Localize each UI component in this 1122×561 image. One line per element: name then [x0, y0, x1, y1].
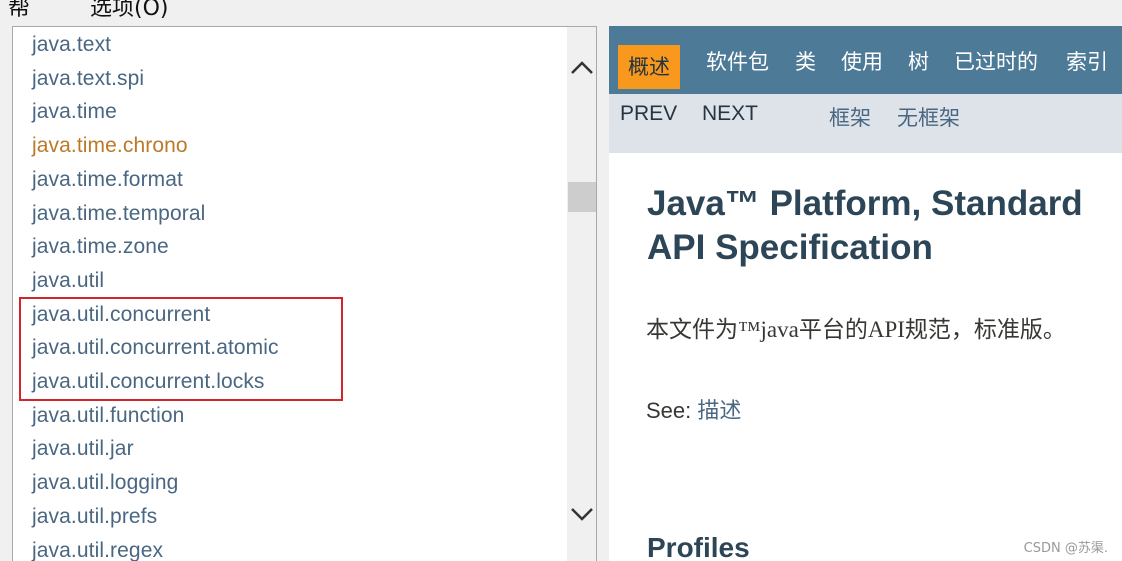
page-title-line2: API Specification: [647, 228, 933, 267]
see-label: See:: [646, 398, 692, 423]
frames-link[interactable]: 框架: [829, 102, 871, 132]
watermark: CSDN @苏渠.: [1023, 541, 1108, 556]
package-link[interactable]: java.util: [32, 269, 104, 293]
page-title-line1: Java™ Platform, Standard: [647, 184, 1083, 223]
prev-link[interactable]: PREV: [620, 102, 677, 126]
package-link[interactable]: java.util.regex: [32, 539, 163, 561]
top-navbar: 概述 软件包 类 使用 树 已过时的 索引: [609, 26, 1122, 94]
description-text: 本文件为™java平台的API规范，标准版。: [646, 317, 1066, 342]
menu-options[interactable]: 选项(O): [90, 0, 168, 22]
nav-deprecated[interactable]: 已过时的: [954, 46, 1038, 76]
description-link[interactable]: 描述: [697, 398, 741, 423]
package-list-frame: java.text java.text.spi java.time java.time…: [12, 26, 597, 561]
vertical-scrollbar[interactable]: [567, 27, 596, 561]
frame-divider[interactable]: [597, 26, 609, 561]
package-link[interactable]: java.text.spi: [32, 67, 144, 91]
no-frames-link[interactable]: 无框架: [897, 102, 960, 132]
package-link[interactable]: java.util.logging: [32, 471, 178, 495]
nav-class[interactable]: 类: [795, 46, 816, 76]
page-title: Java™ Platform, Standard API Specificati…: [647, 182, 1083, 270]
sub-navbar: PREV NEXT 框架 无框架: [609, 94, 1122, 153]
nav-overview[interactable]: 概述: [618, 45, 680, 89]
nav-index[interactable]: 索引: [1066, 46, 1108, 76]
package-link[interactable]: java.time: [32, 100, 117, 124]
package-link[interactable]: java.util.function: [32, 404, 184, 428]
chevron-up-icon: [571, 61, 593, 74]
nav-use[interactable]: 使用: [841, 46, 883, 76]
package-link[interactable]: java.time.zone: [32, 235, 169, 259]
next-link[interactable]: NEXT: [702, 102, 758, 126]
package-link[interactable]: java.time.temporal: [32, 202, 205, 226]
package-link[interactable]: java.time.format: [32, 168, 183, 192]
package-link[interactable]: java.util.prefs: [32, 505, 157, 529]
nav-tree[interactable]: 树: [908, 46, 929, 76]
content-frame: 概述 软件包 类 使用 树 已过时的 索引 PREV NEXT 框架 无框架 J…: [609, 26, 1122, 561]
highlight-annotation: [19, 297, 343, 401]
scroll-down-button[interactable]: [567, 497, 596, 531]
package-link[interactable]: java.time.chrono: [32, 134, 188, 158]
profiles-heading: Profiles: [647, 532, 750, 561]
see-line: See: 描述: [646, 393, 741, 425]
scroll-thumb[interactable]: [568, 182, 596, 212]
menu-help[interactable]: 帮: [8, 0, 30, 22]
chevron-down-icon: [571, 508, 593, 521]
scroll-up-button[interactable]: [567, 51, 596, 85]
package-link[interactable]: java.util.jar: [32, 437, 134, 461]
package-link[interactable]: java.text: [32, 33, 111, 57]
menu-bar: 帮 选项(O): [0, 0, 1122, 22]
nav-package[interactable]: 软件包: [706, 46, 769, 76]
